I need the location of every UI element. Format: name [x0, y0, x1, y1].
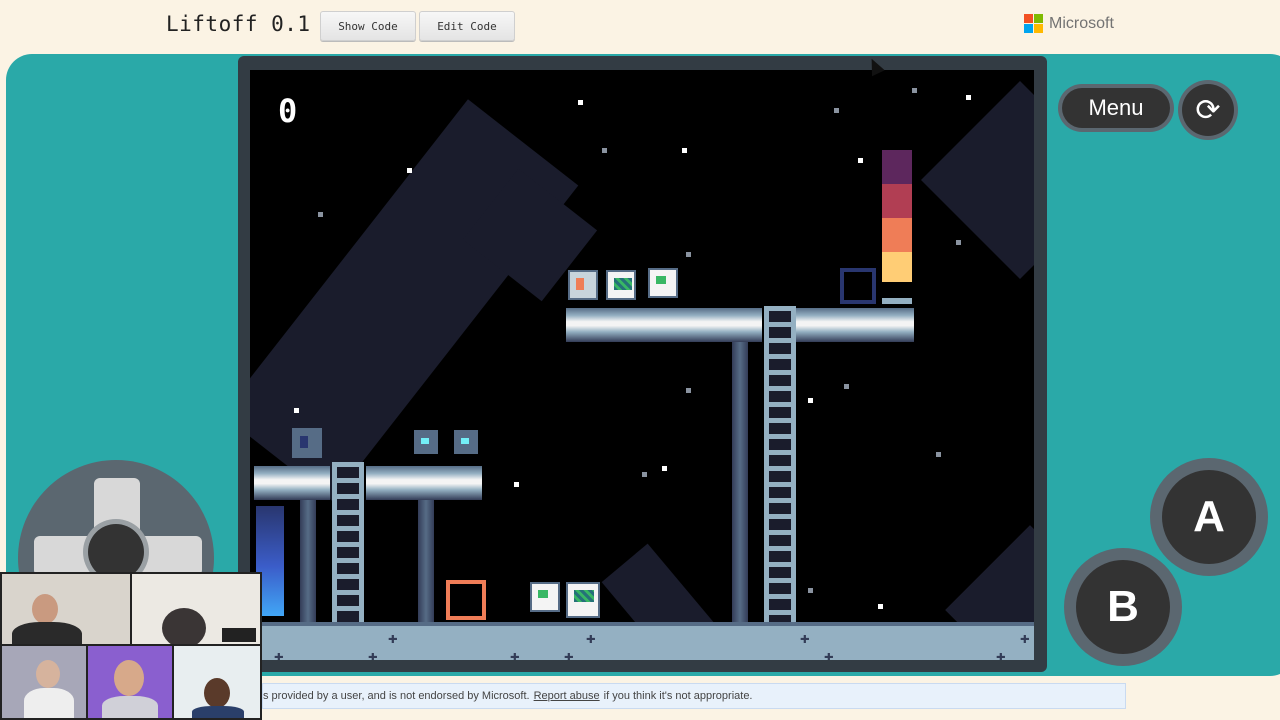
star	[514, 482, 519, 487]
webcam-tile	[2, 574, 130, 644]
star	[808, 588, 813, 593]
support-post	[300, 500, 316, 624]
part-crate[interactable]	[648, 268, 678, 298]
notice-text: s provided by a user, and is not endorse…	[263, 690, 530, 702]
goal-outline	[840, 268, 876, 304]
star	[912, 88, 917, 93]
floor-rivet: ✚	[586, 628, 596, 647]
star	[858, 158, 863, 163]
floor-rivet: ✚	[368, 646, 378, 660]
part-crate[interactable]	[530, 582, 560, 612]
microsoft-brand[interactable]: Microsoft	[1024, 14, 1114, 33]
part-crate[interactable]	[606, 270, 636, 300]
dark-crate[interactable]	[292, 428, 322, 458]
floor-rivet: ✚	[510, 646, 520, 660]
floor-rivet: ✚	[996, 646, 1006, 660]
webcam-tile	[88, 646, 172, 718]
star	[686, 388, 691, 393]
lower-platform	[366, 466, 482, 500]
webcam-overlay	[0, 572, 262, 720]
monitor	[222, 628, 256, 642]
user-content-notice: s provided by a user, and is not endorse…	[262, 683, 1126, 709]
ladder[interactable]	[764, 306, 796, 624]
star	[602, 148, 607, 153]
floor-rivet: ✚	[564, 646, 574, 660]
ladder[interactable]	[332, 462, 364, 624]
star	[844, 384, 849, 389]
part-crate[interactable]	[566, 582, 600, 618]
app-title: Liftoff 0.1	[166, 12, 311, 36]
floor-rivet: ✚	[1020, 628, 1030, 647]
support-post	[418, 500, 434, 624]
lower-platform	[254, 466, 330, 500]
webcam-tile	[132, 574, 260, 644]
webcam-tile	[2, 646, 86, 718]
star	[407, 168, 412, 173]
bg-triangle-shape	[921, 81, 1034, 279]
ground-floor: ✚ ✚ ✚ ✚ ✚ ✚ ✚ ✚ ✚ ✚	[250, 622, 1034, 660]
support-post	[732, 342, 748, 624]
refresh-button[interactable]: ⟳	[1182, 84, 1234, 136]
star	[642, 472, 647, 477]
brand-label: Microsoft	[1049, 14, 1114, 32]
upper-platform	[796, 308, 914, 342]
person	[162, 608, 206, 644]
star	[966, 95, 971, 100]
star	[578, 100, 583, 105]
star	[956, 240, 961, 245]
star	[834, 108, 839, 113]
person	[12, 622, 82, 644]
star	[878, 604, 883, 609]
edit-code-button[interactable]: Edit Code	[419, 11, 515, 41]
game-screen[interactable]: 0 ✚ ✚ ✚ ✚ ✚ ✚ ✚ ✚ ✚ ✚	[250, 70, 1034, 660]
person	[24, 688, 74, 718]
star	[662, 466, 667, 471]
score-display: 0	[278, 92, 298, 130]
star	[682, 148, 687, 153]
star	[936, 452, 941, 457]
star	[294, 408, 299, 413]
floor-rivet: ✚	[388, 628, 398, 647]
person	[114, 660, 144, 696]
star	[808, 398, 813, 403]
microsoft-logo-icon	[1024, 14, 1043, 33]
b-button[interactable]: B	[1076, 560, 1170, 654]
refresh-icon: ⟳	[1195, 93, 1221, 127]
rocket-base	[882, 298, 912, 304]
person	[192, 706, 244, 718]
rocket-tower	[882, 150, 912, 282]
part-crate[interactable]	[568, 270, 598, 300]
floor-rivet: ✚	[274, 646, 284, 660]
notice-text-suffix: if you think it's not appropriate.	[603, 690, 753, 702]
small-gem[interactable]	[454, 430, 478, 454]
show-code-button[interactable]: Show Code	[320, 11, 416, 41]
person	[36, 660, 60, 688]
star	[318, 212, 323, 217]
a-button[interactable]: A	[1162, 470, 1256, 564]
report-abuse-link[interactable]: Report abuse	[534, 690, 600, 702]
orange-outline-crate[interactable]	[446, 580, 486, 620]
menu-button[interactable]: Menu	[1062, 88, 1170, 128]
person	[204, 678, 230, 708]
webcam-tile	[174, 646, 260, 718]
person	[102, 696, 158, 718]
person	[32, 594, 58, 624]
upper-platform	[566, 308, 762, 342]
star	[686, 252, 691, 257]
small-gem[interactable]	[414, 430, 438, 454]
floor-rivet: ✚	[800, 628, 810, 647]
floor-rivet: ✚	[824, 646, 834, 660]
